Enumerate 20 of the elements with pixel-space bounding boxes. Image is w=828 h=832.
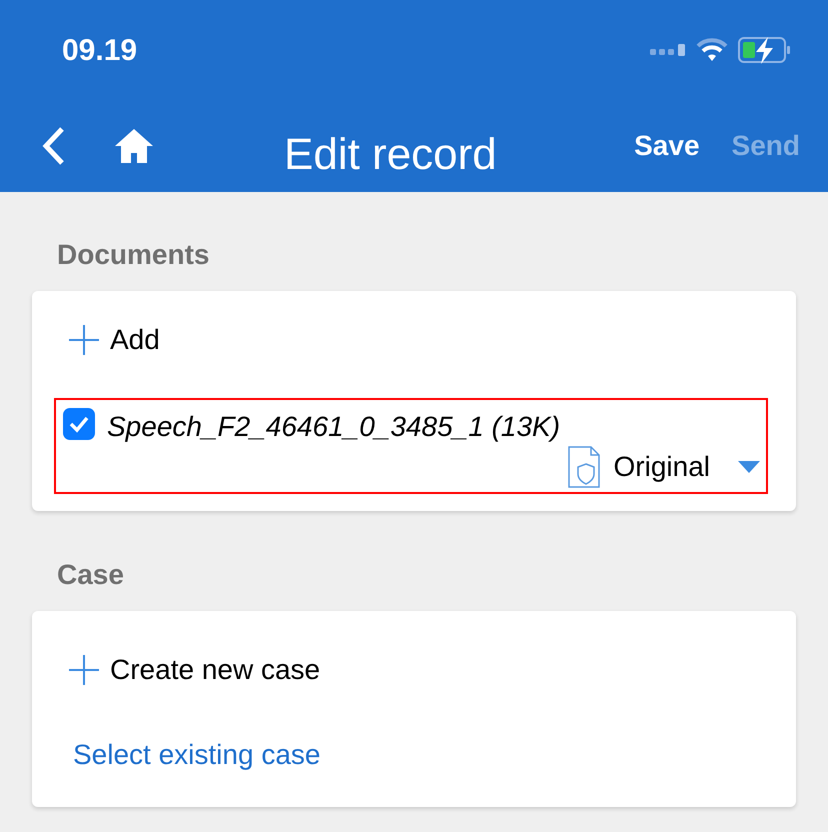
battery-charging-icon: [738, 36, 792, 64]
status-time: 09.19: [62, 32, 138, 68]
version-dropdown[interactable]: Original: [568, 446, 760, 488]
plus-icon: [68, 654, 100, 686]
signal-icon: [650, 43, 686, 57]
create-case-button[interactable]: Create new case: [68, 649, 320, 691]
wifi-icon: [696, 38, 728, 62]
plus-icon: [68, 324, 100, 356]
home-icon: [114, 128, 154, 164]
page-title: Edit record: [284, 129, 497, 181]
checkbox[interactable]: [63, 408, 95, 440]
nav-action-button[interactable]: Save: [634, 125, 700, 167]
section-heading: Case: [57, 558, 125, 588]
file-row[interactable]: Speech_F2_46461_0_3485_1 (13K) Original: [54, 398, 768, 494]
select-case-link[interactable]: Select existing case: [73, 734, 320, 776]
section-heading: Documents: [57, 238, 210, 268]
back-icon: [42, 126, 66, 166]
file-name: Speech_F2_46461_0_3485_1 (13K): [107, 410, 560, 444]
add-button[interactable]: Add: [68, 319, 160, 361]
caret-icon: [738, 461, 760, 473]
